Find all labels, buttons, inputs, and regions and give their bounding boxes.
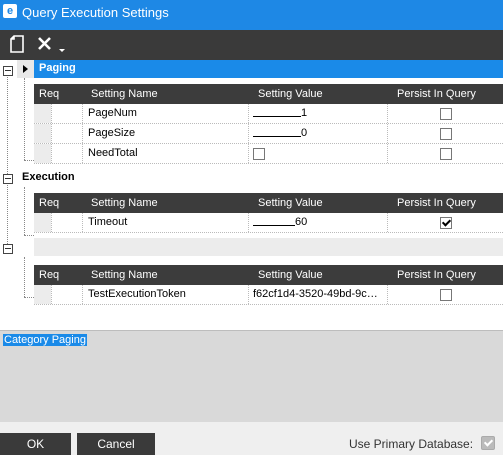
col-setting-name: Setting Name [91,88,158,100]
category-execution[interactable]: Execution [17,169,503,187]
col-req: Req [39,197,60,209]
table-header: Req Setting Name Setting Value Persist I… [34,193,503,213]
new-document-button[interactable] [10,35,26,53]
col-persist: Persist In Query [397,269,476,281]
table-row[interactable]: NeedTotal [34,144,503,164]
table-header: Req Setting Name Setting Value Persist I… [34,84,503,104]
persist-checkbox[interactable] [440,128,452,140]
document-icon [10,35,24,53]
persist-checkbox[interactable] [440,289,452,301]
table-header: Req Setting Name Setting Value Persist I… [34,265,503,285]
setting-name: NeedTotal [88,147,138,159]
col-persist: Persist In Query [397,197,476,209]
description-text: Category Paging [3,334,87,346]
setting-name: Timeout [88,216,128,228]
setting-value-input[interactable]: 0 [253,127,383,139]
settings-grid: Paging Req Setting Name Setting Value Pe… [0,60,503,330]
setting-value-checkbox[interactable] [253,148,265,160]
col-setting-name: Setting Name [91,269,158,281]
close-icon [38,37,65,52]
col-setting-value: Setting Value [258,197,323,209]
delete-button[interactable] [37,35,67,53]
toolbar [0,30,503,60]
setting-name: PageNum [88,107,137,119]
setting-value-input[interactable]: f62cf1d4-3520-49bd-9c… [253,288,383,300]
category-paging[interactable]: Paging [17,60,503,78]
setting-value-input[interactable]: 60 [253,216,383,228]
col-req: Req [39,269,60,281]
col-setting-value: Setting Value [258,269,323,281]
persist-checkbox[interactable] [440,217,452,229]
setting-name: TestExecutionToken [88,288,186,300]
setting-name: PageSize [88,127,136,139]
title-bar: e Query Execution Settings [0,0,503,30]
table-row[interactable]: PageNum 1 [34,104,503,124]
col-persist: Persist In Query [397,88,476,100]
use-primary-database-label: Use Primary Database: [349,437,474,451]
collapse-execution-icon[interactable] [3,174,13,184]
col-setting-name: Setting Name [91,197,158,209]
use-primary-database-checkbox[interactable] [481,436,495,450]
app-logo-icon: e [3,4,17,18]
persist-checkbox[interactable] [440,108,452,120]
table-row[interactable]: PageSize 0 [34,124,503,144]
col-req: Req [39,88,60,100]
ok-button[interactable]: OK [0,433,71,455]
current-row-arrow-icon [23,65,28,73]
category-title: Paging [39,62,76,74]
category-unnamed[interactable] [17,238,503,256]
row-marker [17,60,35,78]
collapse-paging-icon[interactable] [3,66,13,76]
persist-checkbox[interactable] [440,148,452,160]
cancel-button[interactable]: Cancel [77,433,155,455]
table-row[interactable]: Timeout 60 [34,213,503,233]
setting-value-input[interactable]: 1 [253,107,383,119]
col-setting-value: Setting Value [258,88,323,100]
description-panel: Category Paging [0,330,503,423]
category-title: Execution [22,171,75,183]
footer: OK Cancel Use Primary Database: [0,422,503,455]
collapse-category-icon[interactable] [3,244,13,254]
table-row[interactable]: TestExecutionToken f62cf1d4-3520-49bd-9c… [34,285,503,305]
window-title: Query Execution Settings [22,5,169,20]
